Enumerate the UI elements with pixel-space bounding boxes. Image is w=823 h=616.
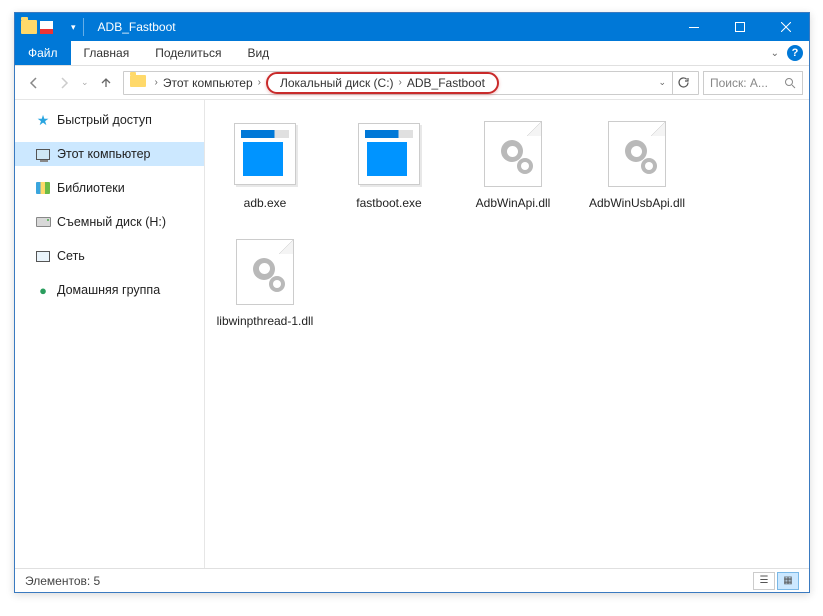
search-icon bbox=[784, 77, 796, 89]
sidebar-quick-access[interactable]: ★ Быстрый доступ bbox=[15, 108, 204, 132]
quick-access-toolbar: ▾ bbox=[15, 18, 94, 36]
libraries-icon bbox=[35, 180, 51, 196]
star-icon: ★ bbox=[35, 112, 51, 128]
item-count: Элементов: 5 bbox=[25, 574, 100, 588]
file-name: libwinpthread-1.dll bbox=[217, 314, 314, 330]
breadcrumb-root[interactable]: Этот компьютер bbox=[161, 76, 255, 90]
view-icons-button[interactable]: ▦ bbox=[777, 572, 799, 590]
label: Быстрый доступ bbox=[57, 113, 152, 127]
folder-icon bbox=[21, 20, 37, 34]
minimize-button[interactable] bbox=[671, 13, 717, 41]
label: Этот компьютер bbox=[57, 147, 150, 161]
file-item[interactable]: fastboot.exe bbox=[339, 118, 439, 212]
sidebar-removable-drive[interactable]: Съемный диск (H:) bbox=[15, 210, 204, 234]
expand-ribbon-icon[interactable]: ⌄ bbox=[771, 48, 779, 59]
pc-icon bbox=[35, 146, 51, 162]
address-bar[interactable]: › Этот компьютер › Локальный диск (C:) ›… bbox=[123, 71, 699, 95]
chevron-right-icon[interactable]: › bbox=[396, 77, 405, 88]
dll-file-icon bbox=[229, 236, 301, 308]
close-button[interactable] bbox=[763, 13, 809, 41]
breadcrumb-folder[interactable]: ADB_Fastboot bbox=[405, 76, 487, 90]
label: Сеть bbox=[57, 249, 85, 263]
sidebar-network[interactable]: Сеть bbox=[15, 244, 204, 268]
label: Домашняя группа bbox=[57, 283, 160, 297]
qat-button[interactable] bbox=[40, 21, 53, 34]
window-title: ADB_Fastboot bbox=[94, 20, 176, 34]
file-name: AdbWinApi.dll bbox=[476, 196, 551, 212]
label: Библиотеки bbox=[57, 181, 125, 195]
help-icon[interactable]: ? bbox=[787, 45, 803, 61]
dll-file-icon bbox=[477, 118, 549, 190]
chevron-right-icon[interactable]: › bbox=[152, 77, 161, 88]
breadcrumb-drive[interactable]: Локальный диск (C:) bbox=[278, 76, 396, 90]
file-item[interactable]: AdbWinApi.dll bbox=[463, 118, 563, 212]
file-item[interactable]: adb.exe bbox=[215, 118, 315, 212]
breadcrumb-highlight: Локальный диск (C:) › ADB_Fastboot bbox=[266, 72, 499, 94]
dll-file-icon bbox=[601, 118, 673, 190]
file-item[interactable]: libwinpthread-1.dll bbox=[215, 236, 315, 330]
status-bar: Элементов: 5 ☰ ▦ bbox=[15, 568, 809, 592]
titlebar: ▾ ADB_Fastboot bbox=[15, 13, 809, 41]
back-button[interactable] bbox=[21, 70, 47, 96]
qat-dropdown[interactable]: ▾ bbox=[71, 22, 76, 33]
body: ★ Быстрый доступ Этот компьютер Библиоте… bbox=[15, 100, 809, 568]
search-placeholder: Поиск: A... bbox=[710, 76, 768, 90]
search-input[interactable]: Поиск: A... bbox=[703, 71, 803, 95]
view-details-button[interactable]: ☰ bbox=[753, 572, 775, 590]
exe-file-icon bbox=[229, 118, 301, 190]
forward-button[interactable] bbox=[51, 70, 77, 96]
folder-icon bbox=[124, 74, 152, 92]
ribbon-tab-home[interactable]: Главная bbox=[71, 41, 143, 65]
ribbon-tab-share[interactable]: Поделиться bbox=[142, 41, 234, 65]
file-name: AdbWinUsbApi.dll bbox=[589, 196, 685, 212]
label: Съемный диск (H:) bbox=[57, 215, 166, 229]
drive-icon bbox=[35, 214, 51, 230]
refresh-button[interactable] bbox=[672, 72, 694, 94]
sidebar-libraries[interactable]: Библиотеки bbox=[15, 176, 204, 200]
sidebar-homegroup[interactable]: ● Домашняя группа bbox=[15, 278, 204, 302]
exe-file-icon bbox=[353, 118, 425, 190]
maximize-button[interactable] bbox=[717, 13, 763, 41]
divider bbox=[83, 18, 84, 36]
file-list[interactable]: adb.exe fastboot.exe AdbWinApi.dll AdbWinUs… bbox=[205, 100, 809, 568]
recent-dropdown[interactable]: ⌄ bbox=[81, 77, 89, 88]
file-name: adb.exe bbox=[244, 196, 287, 212]
ribbon-tab-view[interactable]: Вид bbox=[234, 41, 282, 65]
file-item[interactable]: AdbWinUsbApi.dll bbox=[587, 118, 687, 212]
chevron-right-icon[interactable]: › bbox=[255, 77, 264, 88]
up-button[interactable] bbox=[93, 70, 119, 96]
navigation-pane: ★ Быстрый доступ Этот компьютер Библиоте… bbox=[15, 100, 205, 568]
sidebar-this-pc[interactable]: Этот компьютер bbox=[15, 142, 204, 166]
explorer-window: ▾ ADB_Fastboot Файл Главная Поделиться В… bbox=[14, 12, 810, 593]
file-name: fastboot.exe bbox=[356, 196, 421, 212]
navigation-bar: ⌄ › Этот компьютер › Локальный диск (C:)… bbox=[15, 66, 809, 100]
ribbon: Файл Главная Поделиться Вид ⌄ ? bbox=[15, 41, 809, 66]
qat-button[interactable] bbox=[56, 21, 68, 33]
address-dropdown[interactable]: ⌄ bbox=[658, 77, 666, 88]
ribbon-tab-file[interactable]: Файл bbox=[15, 41, 71, 65]
network-icon bbox=[35, 248, 51, 264]
homegroup-icon: ● bbox=[35, 282, 51, 298]
